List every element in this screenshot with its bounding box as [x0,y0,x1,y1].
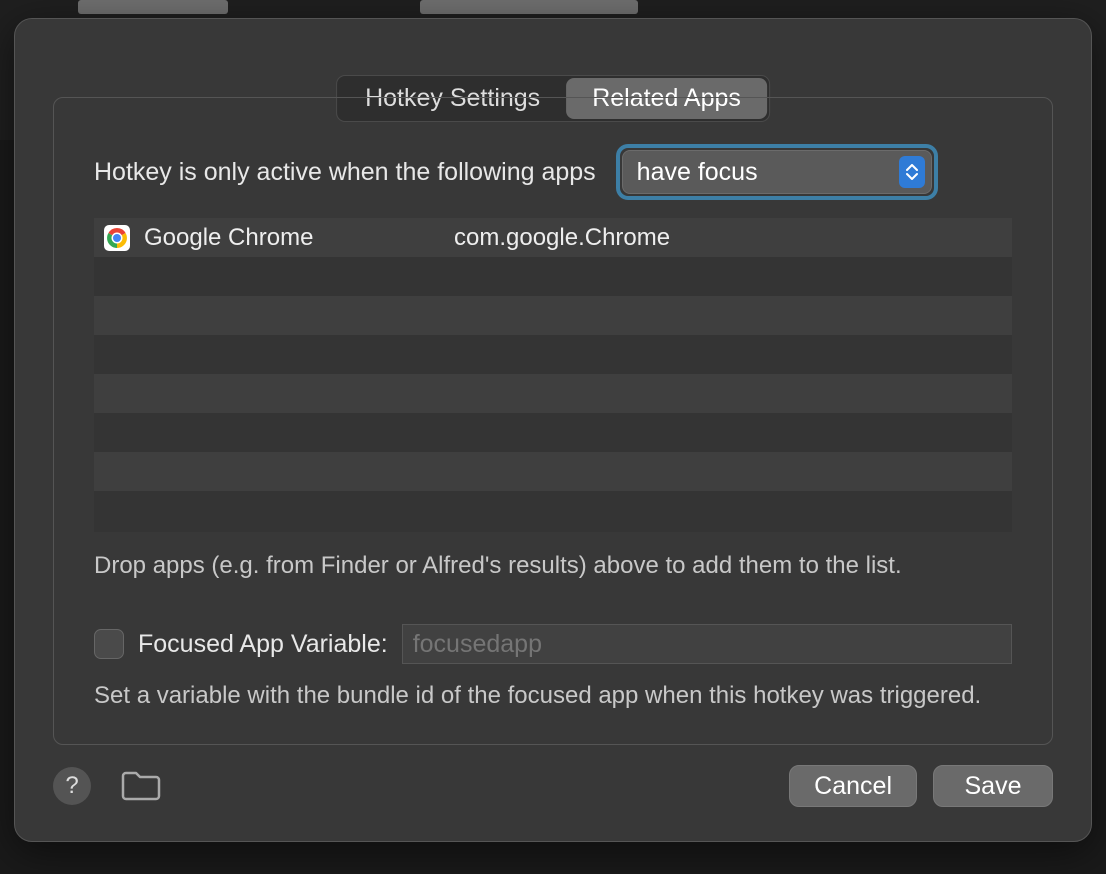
folder-icon [120,770,162,802]
save-button[interactable]: Save [933,765,1053,807]
help-button[interactable]: ? [53,767,91,805]
focused-app-variable-row: Focused App Variable: [94,624,1012,664]
cancel-button[interactable]: Cancel [789,765,917,807]
focused-app-variable-label: Focused App Variable: [138,630,388,659]
focused-app-variable-checkbox[interactable] [94,629,124,659]
focus-popup-wrap: have focus [622,150,932,194]
drop-hint-text: Drop apps (e.g. from Finder or Alfred's … [94,552,1012,580]
bg-node [420,0,638,14]
focus-mode-popup[interactable]: have focus [622,150,932,194]
bg-node [78,0,228,14]
table-row[interactable]: Google Chrome com.google.Chrome [94,218,1012,257]
focused-app-variable-input[interactable] [402,624,1012,664]
hotkey-config-dialog: Hotkey Settings Related Apps Hotkey is o… [14,18,1092,842]
open-folder-button[interactable] [119,769,163,803]
focus-mode-value: have focus [637,158,758,187]
focus-condition-label: Hotkey is only active when the following… [94,158,596,187]
focused-app-variable-hint: Set a variable with the bundle id of the… [94,682,1012,710]
chrome-icon [104,225,130,251]
focus-condition-row: Hotkey is only active when the following… [94,150,1012,194]
table-row[interactable] [94,296,1012,335]
table-row[interactable] [94,257,1012,296]
table-row[interactable] [94,413,1012,452]
table-row[interactable] [94,374,1012,413]
app-bundle-cell: com.google.Chrome [454,224,670,252]
dialog-footer: ? Cancel Save [53,765,1053,807]
chevron-up-down-icon [899,156,925,188]
related-apps-panel: Hotkey is only active when the following… [53,97,1053,745]
table-row[interactable] [94,335,1012,374]
table-row[interactable] [94,452,1012,491]
related-apps-table[interactable]: Google Chrome com.google.Chrome [94,218,1012,532]
app-name-cell: Google Chrome [144,224,440,252]
table-row[interactable] [94,491,1012,530]
